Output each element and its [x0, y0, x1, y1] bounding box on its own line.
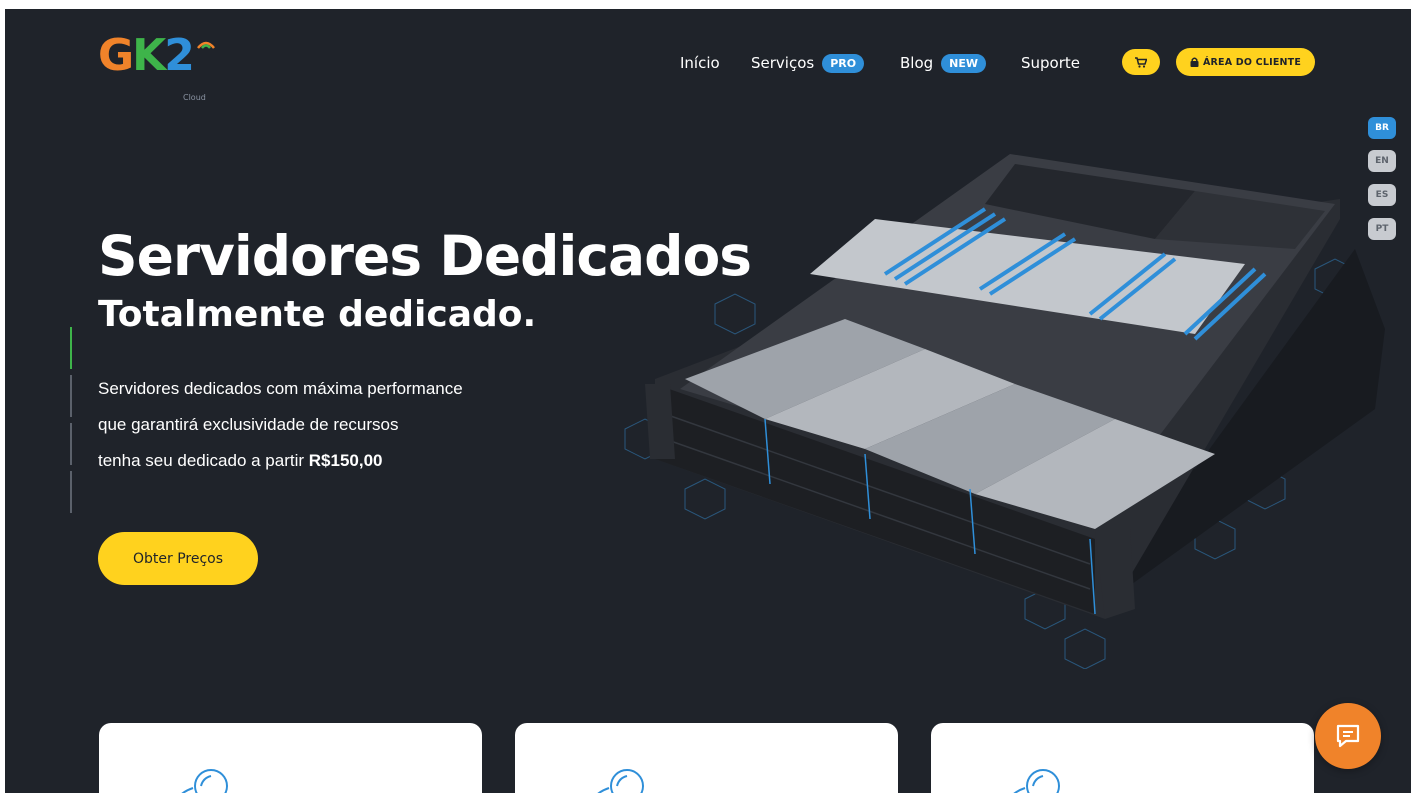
hero-slide-indicator	[70, 327, 73, 519]
chat-icon	[1336, 724, 1360, 748]
get-prices-button[interactable]: Obter Preços	[98, 532, 258, 585]
logo-wifi-icon	[197, 41, 215, 49]
hero-price: R$150,00	[308, 451, 383, 470]
logo-letter-k: K	[132, 30, 166, 81]
indicator[interactable]	[70, 471, 72, 513]
server-icon	[597, 769, 644, 793]
cart-icon	[1135, 56, 1147, 68]
page: GK2 Cloud Início Serviços PRO Blog NEW S…	[5, 9, 1411, 793]
hero-desc-line3-prefix: tenha seu dedicado a partir	[98, 451, 309, 470]
client-area-label: ÁREA DO CLIENTE	[1202, 56, 1302, 68]
logo-subtext: Cloud	[183, 93, 206, 102]
indicator-active[interactable]	[70, 327, 72, 369]
pro-badge: PRO	[822, 53, 865, 73]
nav-suporte[interactable]: Suporte	[1021, 49, 1080, 77]
indicator[interactable]	[70, 375, 72, 417]
server-icon	[181, 769, 228, 793]
new-badge: NEW	[941, 53, 987, 73]
hero-desc-line3: tenha seu dedicado a partir R$150,00	[98, 443, 463, 479]
nav-inicio[interactable]: Início	[680, 49, 720, 77]
nav-servicos[interactable]: Serviços PRO	[751, 49, 865, 77]
nav-servicos-label: Serviços	[751, 54, 815, 72]
indicator[interactable]	[70, 423, 72, 465]
logo-digit-2: 2	[164, 30, 195, 81]
hero-desc-line1: Servidores dedicados com máxima performa…	[98, 379, 463, 398]
server-illustration	[624, 154, 1385, 669]
hero-subtitle: Totalmente dedicado.	[98, 294, 537, 335]
nav-inicio-label: Início	[680, 54, 720, 72]
lock-icon	[1190, 57, 1199, 67]
feature-card	[931, 723, 1314, 793]
nav-blog-label: Blog	[900, 54, 934, 72]
chat-button[interactable]	[1315, 703, 1381, 769]
feature-card	[515, 723, 898, 793]
hero-desc-line2: que garantirá exclusividade de recursos	[98, 415, 399, 434]
server-handle	[645, 384, 675, 459]
logo-text: GK2	[98, 34, 238, 78]
server-icon	[1013, 769, 1060, 793]
logo-letter-g: G	[98, 30, 134, 81]
feature-card	[99, 723, 482, 793]
nav-suporte-label: Suporte	[1021, 54, 1081, 72]
cart-button[interactable]	[1122, 49, 1160, 75]
nav-blog[interactable]: Blog NEW	[900, 49, 987, 77]
logo[interactable]: GK2 Cloud	[98, 34, 238, 114]
client-area-button[interactable]: ÁREA DO CLIENTE	[1176, 48, 1315, 76]
hero-description: Servidores dedicados com máxima performa…	[98, 371, 463, 479]
